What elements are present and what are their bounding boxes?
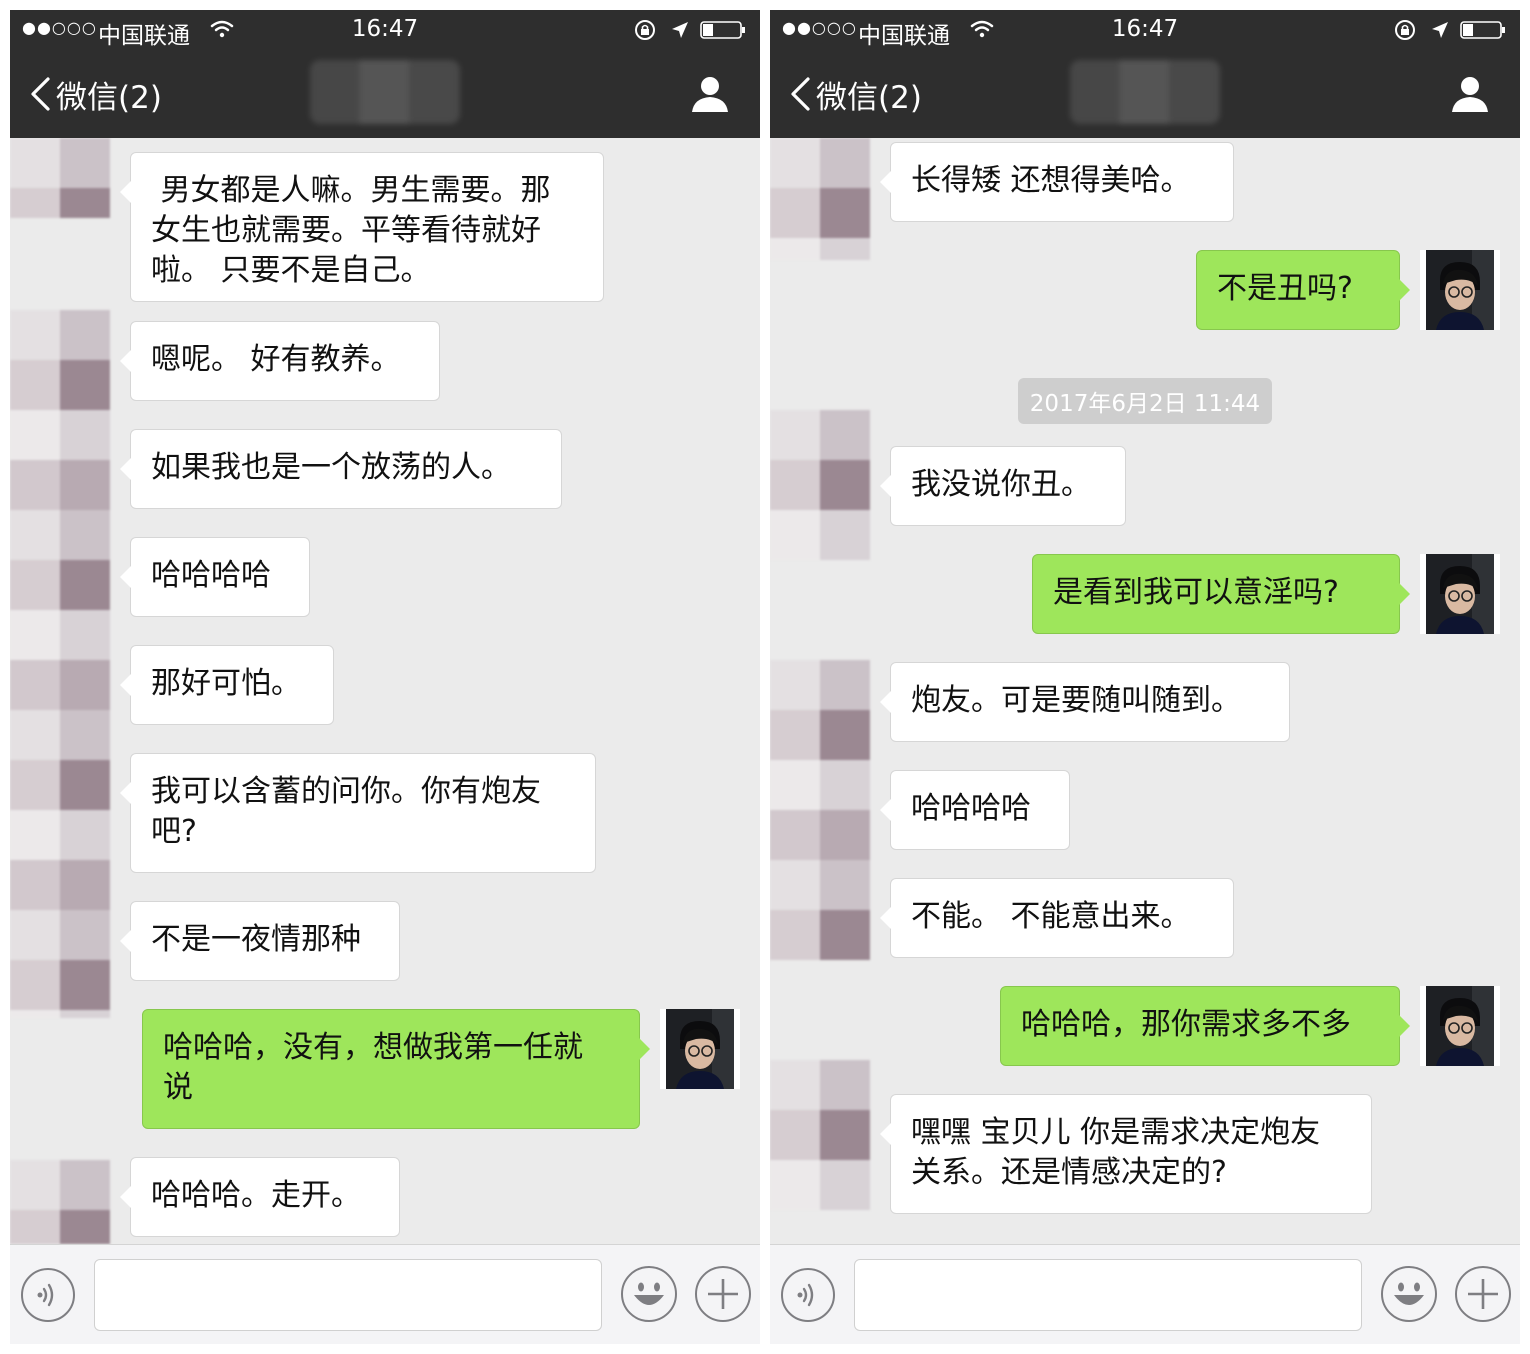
status-bar: ●●○○○ 中国联通 16:47 [10,10,760,50]
message-list[interactable]: 长得矮 还想得美哈。 不是丑吗? 2017年6月2日 11:44 我没说你丑。 … [770,138,1520,1244]
message-bubble-incoming[interactable]: 不是一夜情那种 [120,901,400,981]
emoji-icon[interactable] [620,1265,678,1323]
message-bubble-incoming[interactable]: 长得矮 还想得美哈。 [880,142,1234,222]
rotation-lock-icon [1394,19,1416,41]
my-avatar[interactable] [1420,554,1500,634]
message-bubble-outgoing[interactable]: 是看到我可以意淫吗? [1032,554,1410,634]
chat-screen-right: ●●○○○ 中国联通 16:47 微信(2) 长得矮 还想得美哈。 不是丑吗? … [770,10,1520,1344]
battery-icon [700,21,746,39]
message-bubble-incoming[interactable]: 炮友。可是要随叫随到。 [880,662,1290,742]
message-input[interactable] [854,1259,1362,1331]
contact-avatar-blurred[interactable] [770,138,870,260]
contact-name-blurred [1070,60,1220,124]
message-bubble-incoming[interactable]: 嗯呢。 好有教养。 [120,321,440,401]
message-bubble-incoming[interactable]: 哈哈哈。走开。 [120,1157,400,1237]
contact-avatar-blurred[interactable] [10,1160,110,1244]
location-icon [1430,20,1450,40]
avatar-image [1426,554,1494,634]
message-bubble-outgoing[interactable]: 不是丑吗? [1196,250,1410,330]
status-bar: ●●○○○ 中国联通 16:47 [770,10,1520,50]
chat-screen-left: ●●○○○ 中国联通 16:47 微信(2) 男女都是人嘛。男生需要。那 女生也… [10,10,760,1344]
my-avatar[interactable] [1420,986,1500,1066]
message-timestamp: 2017年6月2日 11:44 [770,378,1520,424]
timestamp-label: 2017年6月2日 11:44 [1017,378,1273,424]
back-label: 微信(2) [56,79,162,116]
message-bubble-incoming[interactable]: 如果我也是一个放荡的人。 [120,429,562,509]
contact-avatar-blurred[interactable] [10,310,110,1018]
message-bubble-incoming[interactable]: 哈哈哈哈 [120,537,310,617]
chevron-left-icon [28,76,52,112]
voice-input-icon[interactable] [780,1267,836,1323]
rotation-lock-icon [634,19,656,41]
plus-icon[interactable] [694,1265,752,1323]
my-avatar[interactable] [660,1009,740,1089]
avatar-image [1426,250,1494,330]
message-bubble-incoming[interactable]: 哈哈哈哈 [880,770,1070,850]
plus-icon[interactable] [1454,1265,1512,1323]
message-bubble-incoming[interactable]: 男女都是人嘛。男生需要。那 女生也就需要。平等看待就好 啦。 只要不是自己。 [120,152,604,302]
contact-avatar-blurred[interactable] [770,410,870,560]
message-bubble-incoming[interactable]: 我可以含蓄的问你。你有炮友 吧? [120,753,596,873]
message-bubble-incoming[interactable]: 我没说你丑。 [880,446,1126,526]
input-bar [770,1244,1520,1344]
message-bubble-outgoing[interactable]: 哈哈哈，那你需求多不多 [1000,986,1410,1066]
back-button[interactable]: 微信(2) [788,70,922,118]
input-bar [10,1244,760,1344]
avatar-image [1426,986,1494,1066]
nav-bar: 微信(2) [10,50,760,138]
message-bubble-incoming[interactable]: 那好可怕。 [120,645,334,725]
profile-icon[interactable] [1450,74,1490,114]
message-bubble-outgoing[interactable]: 哈哈哈，没有，想做我第一任就 说 [142,1009,650,1129]
my-avatar[interactable] [1420,250,1500,330]
battery-icon [1460,21,1506,39]
voice-input-icon[interactable] [20,1267,76,1323]
contact-avatar-blurred[interactable] [10,138,110,218]
back-label: 微信(2) [816,79,922,116]
contact-avatar-blurred[interactable] [770,1060,870,1210]
contact-name-blurred [310,60,460,124]
emoji-icon[interactable] [1380,1265,1438,1323]
message-bubble-incoming[interactable]: 嘿嘿 宝贝儿 你是需求决定炮友 关系。还是情感决定的? [880,1094,1372,1214]
location-icon [670,20,690,40]
back-button[interactable]: 微信(2) [28,70,162,118]
message-input[interactable] [94,1259,602,1331]
contact-avatar-blurred[interactable] [770,660,870,960]
chevron-left-icon [788,76,812,112]
profile-icon[interactable] [690,74,730,114]
message-list[interactable]: 男女都是人嘛。男生需要。那 女生也就需要。平等看待就好 啦。 只要不是自己。 嗯… [10,138,760,1244]
message-bubble-incoming[interactable]: 不能。 不能意出来。 [880,878,1234,958]
avatar-image [666,1009,734,1089]
nav-bar: 微信(2) [770,50,1520,138]
